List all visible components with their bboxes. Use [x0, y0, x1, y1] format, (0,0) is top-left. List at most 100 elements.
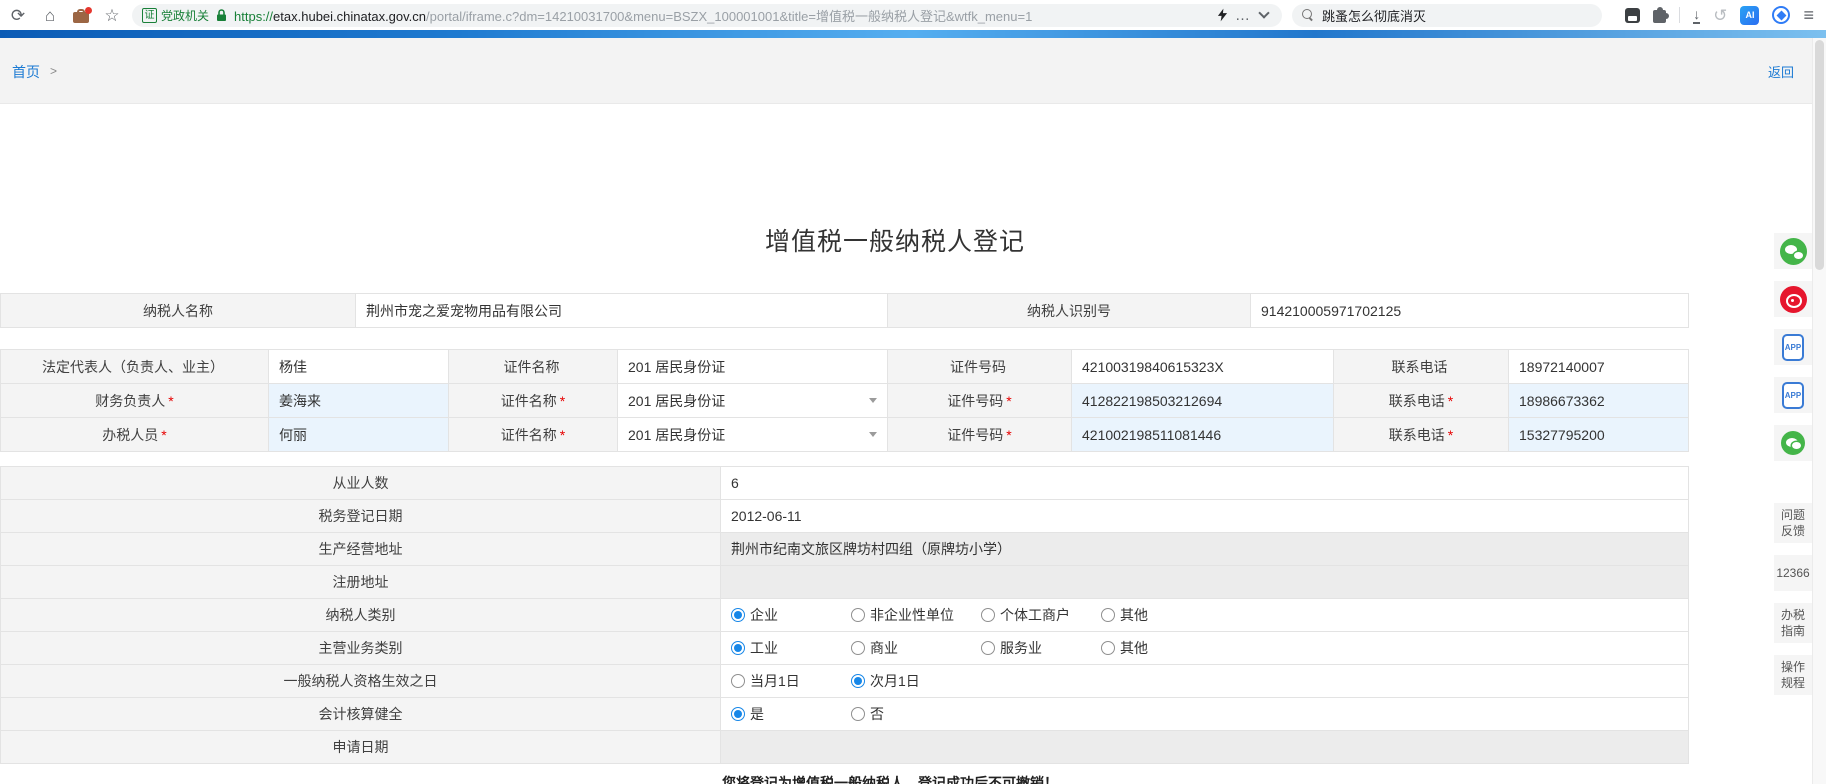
label-text: 联系电话: [1389, 425, 1445, 445]
reading-list-icon[interactable]: [1625, 8, 1640, 23]
sidebar-operation-rules-button[interactable]: 操作规程: [1774, 655, 1812, 695]
finance-officer-phone-input[interactable]: 18986673362: [1509, 384, 1689, 418]
finance-officer-name-input[interactable]: 姜海来: [269, 384, 449, 418]
radio-option-non-enterprise[interactable]: 非企业性单位: [851, 605, 981, 625]
label-text: 证件名称: [504, 357, 560, 377]
more-options-icon[interactable]: …: [1235, 7, 1251, 24]
sidebar-hotline-12366-button[interactable]: 12366: [1774, 555, 1812, 591]
browser-window: ⟳ ⌂ ☆ 证 党政机关 https://etax.hubei.chinatax…: [0, 0, 1826, 784]
tax-clerk-label: 办税人员*: [1, 418, 269, 452]
back-link[interactable]: 返回: [1768, 62, 1794, 81]
ai-assistant-icon[interactable]: AI: [1740, 6, 1759, 25]
menu-icon[interactable]: ≡: [1803, 6, 1814, 24]
sidebar-tax-guide-button[interactable]: 办税指南: [1774, 603, 1812, 643]
radio-option-services[interactable]: 服务业: [981, 638, 1101, 658]
finance-officer-cert-name-select[interactable]: 201 居民身份证: [618, 384, 888, 418]
label-text: 联系电话: [1389, 391, 1445, 411]
taxpayer-name-label: 纳税人名称: [1, 294, 356, 328]
radio-icon: [851, 674, 865, 688]
radio-label: 个体工商户: [1000, 605, 1070, 625]
extensions-puzzle-icon[interactable]: [1653, 10, 1666, 23]
chevron-down-icon[interactable]: [1258, 7, 1269, 18]
tax-clerk-cert-no-input[interactable]: 421002198511081446: [1072, 418, 1334, 452]
required-star: *: [560, 427, 565, 443]
home-icon[interactable]: ⌂: [40, 7, 60, 24]
app-icon: APP: [1782, 334, 1804, 361]
url-path: /portal/iframe.c?dm=14210031700&menu=BSZ…: [426, 9, 1032, 24]
radio-option-other[interactable]: 其他: [1101, 605, 1221, 625]
taxpayer-basic-table: 纳税人名称 荆州市宠之爱宠物用品有限公司 纳税人识别号 914210005971…: [0, 293, 1689, 328]
vertical-scrollbar[interactable]: [1812, 38, 1826, 784]
accounting-sound-label: 会计核算健全: [1, 698, 721, 731]
search-query[interactable]: 跳蚤怎么彻底消灭: [1322, 6, 1426, 25]
phone-label: 联系电话*: [1334, 418, 1509, 452]
business-address-label: 生产经营地址: [1, 533, 721, 566]
sidebar-wechat-button[interactable]: [1774, 233, 1812, 269]
radio-option-next-month[interactable]: 次月1日: [851, 671, 971, 691]
search-box[interactable]: 跳蚤怎么彻底消灭: [1292, 4, 1602, 27]
toolbar-left-controls: ⟳ ⌂ ☆: [8, 7, 122, 24]
radio-label: 其他: [1120, 605, 1148, 625]
sidebar-weibo-button[interactable]: [1774, 281, 1812, 317]
radio-option-enterprise[interactable]: 企业: [731, 605, 851, 625]
site-badge-label: 党政机关: [161, 7, 209, 24]
tax-clerk-name-input[interactable]: 何丽: [269, 418, 449, 452]
reload-icon[interactable]: ⟳: [8, 7, 28, 24]
effective-date-label: 一般纳税人资格生效之日: [1, 665, 721, 698]
breadcrumb-home-link[interactable]: 首页: [12, 62, 40, 82]
radio-option-yes[interactable]: 是: [731, 704, 851, 724]
label-text: 证件号码: [947, 425, 1003, 445]
accounting-sound-radio-group: 是 否: [721, 698, 1689, 731]
radio-label: 商业: [870, 638, 898, 658]
radio-option-industry[interactable]: 工业: [731, 638, 851, 658]
required-star: *: [560, 393, 565, 409]
dropdown-arrow-icon: [869, 398, 877, 403]
tax-clerk-cert-name-select[interactable]: 201 居民身份证: [618, 418, 888, 452]
required-star: *: [1448, 393, 1453, 409]
radio-icon: [1101, 608, 1115, 622]
dropdown-arrow-icon: [869, 432, 877, 437]
finance-officer-cert-no-input[interactable]: 412822198503212694: [1072, 384, 1334, 418]
taxpayer-id-value: 914210005971702125: [1251, 294, 1689, 328]
radio-icon: [981, 608, 995, 622]
browser-logo-icon[interactable]: [1772, 6, 1790, 24]
scrollbar-thumb[interactable]: [1815, 40, 1824, 270]
radio-label: 否: [870, 704, 884, 724]
radio-option-commerce[interactable]: 商业: [851, 638, 981, 658]
required-star: *: [1006, 393, 1011, 409]
radio-option-no[interactable]: 否: [851, 704, 971, 724]
radio-option-individual-business[interactable]: 个体工商户: [981, 605, 1101, 625]
favorites-star-icon[interactable]: ☆: [102, 7, 122, 24]
employees-count-value: 6: [721, 467, 1689, 500]
address-bar[interactable]: 证 党政机关 https://etax.hubei.chinatax.gov.c…: [132, 4, 1282, 27]
download-icon[interactable]: ↓: [1693, 7, 1700, 24]
sidebar-app-download-button[interactable]: APP: [1774, 329, 1812, 365]
business-address-value: 荆州市纪南文旅区牌坊村四组（原牌坊小学）: [721, 533, 1689, 566]
page-title: 增值税一般纳税人登记: [0, 104, 1790, 258]
url-host: etax.hubei.chinatax.gov.cn: [273, 9, 426, 24]
lightning-icon[interactable]: [1217, 8, 1228, 22]
radio-option-other[interactable]: 其他: [1101, 638, 1221, 658]
main-business-type-radio-group: 工业 商业 服务业 其他: [721, 632, 1689, 665]
label-text: 办税人员: [102, 425, 158, 445]
breadcrumb-separator: >: [50, 64, 57, 78]
url-text: https://etax.hubei.chinatax.gov.cn/porta…: [234, 6, 1210, 25]
tax-clerk-phone-input[interactable]: 15327795200: [1509, 418, 1689, 452]
effective-date-radio-group: 当月1日 次月1日: [721, 665, 1689, 698]
sidebar-app-download-button-2[interactable]: APP: [1774, 377, 1812, 413]
workspace-briefcase-icon[interactable]: [72, 7, 90, 23]
site-verification-badge[interactable]: 证 党政机关: [142, 7, 209, 24]
radio-icon: [1101, 641, 1115, 655]
legal-rep-phone-value: 18972140007: [1509, 350, 1689, 384]
label-text: 法定代表人（负责人、业主）: [42, 357, 224, 377]
cert-name-label: 证件名称*: [449, 384, 618, 418]
notification-dot: [85, 7, 92, 14]
page-top-gradient-bar: [0, 30, 1826, 38]
registered-address-value: [721, 566, 1689, 599]
search-icon: [1302, 9, 1314, 21]
url-scheme: https://: [234, 9, 273, 24]
sidebar-wechat-mini-button[interactable]: [1774, 425, 1812, 461]
radio-option-current-month[interactable]: 当月1日: [731, 671, 851, 691]
undo-icon[interactable]: ↺: [1713, 7, 1727, 24]
sidebar-feedback-button[interactable]: 问题反馈: [1774, 503, 1812, 543]
